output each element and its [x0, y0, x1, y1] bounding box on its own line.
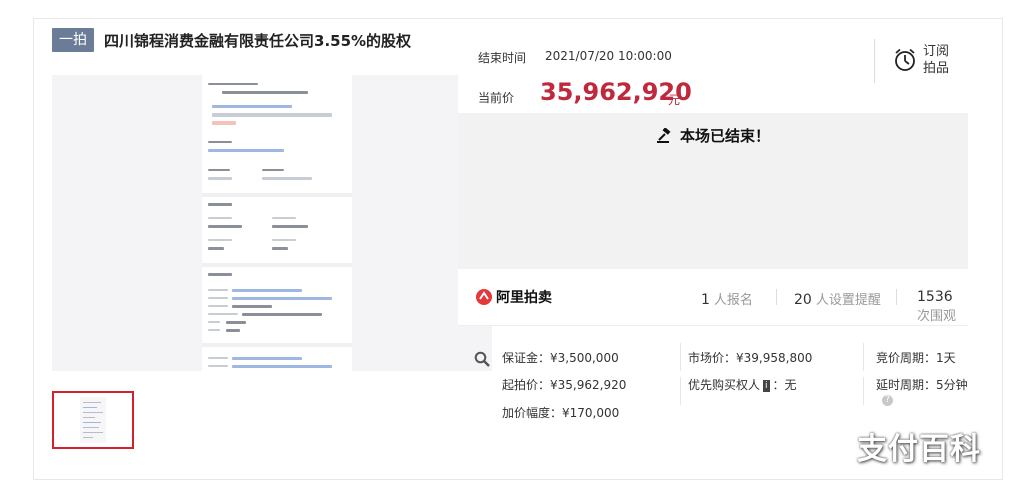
watermark: 支付百科	[857, 432, 981, 467]
document-screenshot	[202, 75, 352, 371]
end-time-value: 2021/07/20 10:00:00	[545, 49, 672, 63]
auction-ended-status: 本场已结束！	[679, 127, 770, 145]
image-thumbnail[interactable]	[52, 391, 134, 449]
gavel-icon	[656, 127, 671, 143]
signups-stat: 1 人报名	[701, 292, 753, 308]
auction-logo-icon	[476, 289, 492, 305]
status-panel: 本场已结束！	[458, 113, 968, 269]
title-row: 一拍 四川锦程消费金融有限责任公司3.55%的股权	[52, 28, 412, 52]
auction-round-tag: 一拍	[52, 28, 94, 52]
delay-cycle: 延时周期：5分钟?	[876, 378, 968, 406]
brand-name: 阿里拍卖	[496, 290, 552, 306]
alarm-clock-icon	[895, 48, 915, 71]
help-icon[interactable]: ?	[882, 395, 893, 406]
price-unit: 元	[668, 93, 681, 107]
end-time-label: 结束时间	[478, 51, 527, 65]
start-price: 起拍价：¥35,962,920	[502, 378, 627, 392]
divider	[874, 39, 875, 83]
auction-details: 保证金：¥3,500,000 起拍价：¥35,962,920 加价幅度：¥170…	[458, 325, 968, 425]
bid-cycle: 竞价周期：1天	[876, 351, 956, 365]
info-badge-icon[interactable]: i	[763, 379, 770, 392]
deposit: 保证金：¥3,500,000	[502, 351, 619, 365]
bid-increment: 加价幅度：¥170,000	[502, 406, 620, 420]
subscribe-label: 订阅拍品	[923, 44, 950, 76]
market-price: 市场价：¥39,958,800	[688, 351, 813, 365]
current-price-label: 当前价	[478, 91, 515, 105]
stats-bar: 阿里拍卖 1 人报名 20 人设置提醒 1536次围观	[458, 269, 968, 326]
reminders-stat: 20 人设置提醒	[794, 292, 881, 308]
views-stat: 1536次围观	[917, 289, 957, 324]
auction-info-panel: 结束时间 2021/07/20 10:00:00 当前价 35,962,920 …	[458, 39, 968, 269]
ali-auction-logo: 阿里拍卖	[476, 287, 552, 307]
subscribe-button[interactable]: 订阅拍品	[893, 43, 951, 77]
page-title: 四川锦程消费金融有限责任公司3.55%的股权	[104, 31, 412, 50]
main-image[interactable]	[52, 75, 492, 371]
priority-buyer: 优先购买权人 i ：无	[688, 378, 797, 392]
